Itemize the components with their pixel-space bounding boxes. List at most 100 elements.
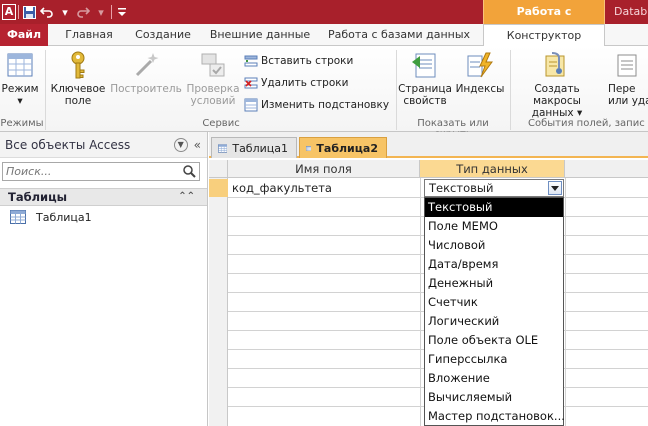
ribbon-tabs: Файл Главная Создание Внешние данные Раб… (0, 24, 648, 47)
column-header-description[interactable] (565, 160, 648, 178)
builder-label: Построитель (110, 83, 182, 95)
insert-rows-icon (244, 55, 258, 67)
create-data-macros-button[interactable]: Создать макросы данных ▾ (514, 50, 600, 119)
navigation-pane: Все объекты Access ▼ « Таблицы ⌃⌃ Таблиц… (0, 132, 208, 426)
chevron-up-double-icon[interactable]: ⌃⌃ (178, 189, 195, 205)
builder-button[interactable]: Построитель (110, 50, 182, 95)
rename-delete-macro-button[interactable]: Пере или уда (608, 50, 648, 107)
view-icon (5, 50, 35, 80)
nav-pane-title: Все объекты Access (5, 137, 131, 152)
redo-icon[interactable] (75, 3, 91, 21)
dropdown-option-memo[interactable]: Поле MEMO (425, 217, 563, 236)
indexes-lightning-icon (465, 50, 495, 80)
indexes-label: Индексы (455, 83, 505, 95)
search-icon[interactable] (182, 164, 197, 179)
field-name-cell[interactable]: код_факультета (232, 179, 332, 197)
delete-rows-label: Удалить строки (261, 77, 349, 89)
data-macros-icon (542, 50, 572, 80)
dropdown-option-text[interactable]: Текстовый (425, 198, 563, 217)
save-icon[interactable] (21, 3, 37, 21)
dropdown-option-calculated[interactable]: Вычисляемый (425, 388, 563, 407)
key-icon (63, 50, 93, 80)
data-type-combobox-value: Текстовый (429, 181, 494, 195)
title-bar: A ▾ ▾ Работа с таблицами Datab (0, 0, 648, 42)
nav-group-tables[interactable]: Таблицы ⌃⌃ (0, 188, 207, 206)
primary-key-button[interactable]: Ключевое поле (48, 50, 108, 107)
rename-macro-icon (614, 50, 644, 80)
column-header-data-type[interactable]: Тип данных (420, 160, 565, 178)
dropdown-option-autonumber[interactable]: Счетчик (425, 293, 563, 312)
validation-rules-icon (198, 50, 228, 80)
window-title: Datab (614, 5, 648, 18)
modify-lookups-label: Изменить подстановку (261, 99, 390, 111)
property-sheet-label-1: Страница (398, 83, 452, 95)
test-rules-label-2: условий (190, 95, 236, 107)
ribbon: Режим ▾ Режимы Ключевое поле Построитель… (0, 46, 648, 140)
dropdown-option-datetime[interactable]: Дата/время (425, 255, 563, 274)
insert-rows-label: Вставить строки (261, 55, 354, 67)
property-sheet-label-2: свойств (403, 95, 447, 107)
dropdown-option-lookup-wizard[interactable]: Мастер подстановок... (425, 407, 565, 426)
dropdown-arrow-icon[interactable] (548, 181, 562, 195)
row-selector-current[interactable] (209, 179, 228, 197)
dropdown-option-hyperlink[interactable]: Гиперссылка (425, 350, 563, 369)
test-validation-rules-button[interactable]: Проверка условий (184, 50, 242, 107)
nav-search-box (2, 162, 200, 181)
data-type-combobox[interactable]: Текстовый (424, 179, 564, 197)
group-separator (45, 50, 46, 130)
test-rules-label-1: Проверка (186, 83, 240, 95)
nav-pane-header[interactable]: Все объекты Access ▼ « (0, 132, 207, 158)
modify-lookups-button[interactable]: Изменить подстановку (244, 95, 389, 115)
view-button-label: Режим (1, 83, 39, 95)
nav-group-tables-label: Таблицы (8, 190, 68, 204)
rename-macro-label-2: или уда (608, 95, 648, 107)
delete-rows-button[interactable]: Удалить строки (244, 73, 348, 93)
dropdown-option-ole-object[interactable]: Поле объекта OLE (425, 331, 563, 350)
undo-icon[interactable] (39, 3, 55, 21)
property-sheet-button[interactable]: Страница свойств (398, 50, 452, 107)
insert-rows-button[interactable]: Вставить строки (244, 51, 353, 71)
group-label-views: Режимы (0, 118, 44, 129)
document-tabs: Таблица1 Таблица2 (209, 132, 648, 158)
shutter-bar-collapse-icon[interactable]: « (194, 138, 201, 152)
dropdown-option-attachment[interactable]: Вложение (425, 369, 563, 388)
doc-tab-table1[interactable]: Таблица1 (211, 137, 297, 158)
dropdown-option-currency[interactable]: Денежный (425, 274, 563, 293)
dropdown-option-number[interactable]: Числовой (425, 236, 563, 255)
group-separator (510, 50, 511, 130)
create-macros-label-1: Создать макросы (533, 83, 581, 107)
doc-tab-table1-label: Таблица1 (232, 141, 288, 155)
nav-search-input[interactable] (3, 163, 179, 180)
customize-qat-icon[interactable] (114, 3, 130, 21)
tab-file[interactable]: Файл (0, 24, 48, 46)
qat-separator (111, 5, 112, 19)
tab-database-tools[interactable]: Работа с базами данных (318, 24, 480, 46)
rename-macro-label-1: Пере (608, 83, 636, 95)
tab-home[interactable]: Главная (56, 24, 122, 46)
table-design-icon (306, 145, 312, 151)
view-button[interactable]: Режим ▾ (0, 50, 40, 107)
redo-dropdown-icon[interactable]: ▾ (93, 3, 109, 21)
row-selector-header (209, 160, 228, 178)
doc-tab-table2-label: Таблица2 (316, 141, 378, 155)
tab-create[interactable]: Создание (124, 24, 202, 46)
table-icon (218, 143, 228, 153)
nav-menu-dropdown-icon[interactable]: ▼ (173, 137, 188, 152)
delete-rows-icon (244, 77, 258, 89)
primary-key-label-1: Ключевое (50, 83, 106, 95)
dropdown-option-yes-no[interactable]: Логический (425, 312, 563, 331)
column-header-field-name[interactable]: Имя поля (228, 160, 420, 178)
undo-dropdown-icon[interactable]: ▾ (57, 3, 73, 21)
nav-item-table1[interactable]: Таблица1 (10, 208, 92, 226)
primary-key-label-2: поле (64, 95, 92, 107)
indexes-button[interactable]: Индексы (455, 50, 505, 95)
doc-tab-table2[interactable]: Таблица2 (299, 137, 387, 158)
nav-item-table1-label: Таблица1 (36, 210, 92, 224)
tab-external-data[interactable]: Внешние данные (204, 24, 316, 46)
table-icon (10, 210, 26, 224)
group-label-tools: Сервис (202, 118, 240, 129)
tab-design[interactable]: Конструктор (483, 24, 605, 47)
group-label-field-events: События полей, запис (528, 118, 645, 129)
access-app-icon[interactable]: A (2, 4, 16, 20)
qat-separator (18, 5, 19, 19)
